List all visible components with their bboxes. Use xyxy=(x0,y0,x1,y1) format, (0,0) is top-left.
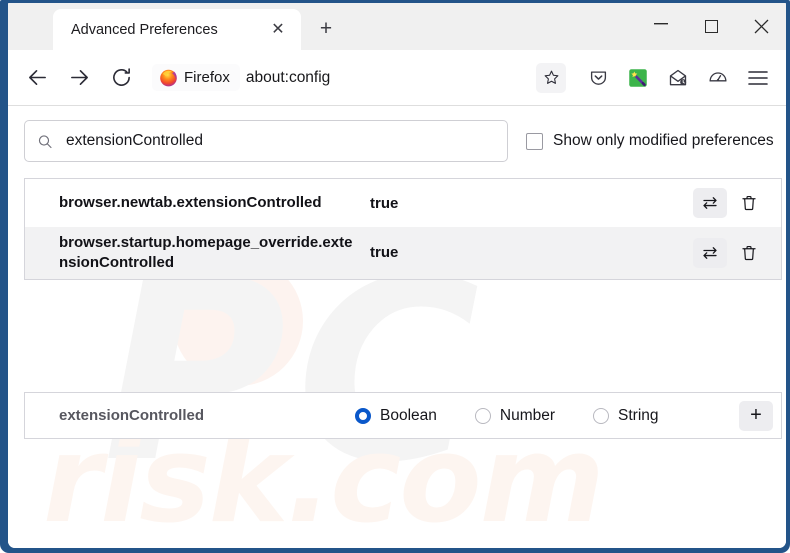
toolbar-icon-group xyxy=(578,60,778,96)
firefox-logo-icon xyxy=(160,69,177,87)
new-pref-type-group: Boolean Number String xyxy=(355,407,739,425)
toggle-arrows-icon xyxy=(703,197,717,209)
close-button[interactable] xyxy=(736,5,786,49)
pref-value: true xyxy=(370,244,399,262)
reset-pref-button[interactable] xyxy=(733,188,765,218)
window-controls xyxy=(636,3,786,50)
browser-window: Advanced Preferences ✕ + Firefox about:c… xyxy=(0,0,790,553)
table-row[interactable]: browser.startup.homepage_override.extens… xyxy=(25,227,781,279)
tab-title: Advanced Preferences xyxy=(71,21,218,38)
mail-button[interactable] xyxy=(658,60,698,96)
star-icon xyxy=(544,70,558,84)
radio-string-label: String xyxy=(618,406,659,424)
extension-button[interactable] xyxy=(618,60,658,96)
reload-button[interactable] xyxy=(102,60,140,96)
add-preference-button[interactable]: + xyxy=(739,400,773,431)
pref-value: true xyxy=(370,194,399,212)
brand-label: Firefox xyxy=(184,69,230,86)
new-pref-name: extensionControlled xyxy=(59,407,205,424)
menu-button[interactable] xyxy=(738,60,778,96)
tab-close-icon[interactable]: ✕ xyxy=(265,17,291,43)
toggle-pref-button[interactable] xyxy=(693,237,727,268)
radio-number-label: Number xyxy=(499,406,556,424)
about-config-page: PC risk.com Show only modified preferenc… xyxy=(8,106,786,548)
url-text: about:config xyxy=(245,68,331,86)
minimize-icon xyxy=(654,23,668,25)
search-box[interactable] xyxy=(24,120,508,162)
forward-button[interactable] xyxy=(60,60,98,96)
browser-window-inner: Advanced Preferences ✕ + Firefox about:c… xyxy=(8,3,786,548)
pref-name: browser.startup.homepage_override.extens… xyxy=(59,234,353,271)
tab-bar: Advanced Preferences ✕ + xyxy=(8,3,786,50)
hamburger-menu-icon xyxy=(748,70,768,85)
close-icon xyxy=(754,19,768,34)
sync-icon xyxy=(709,71,727,81)
toggle-arrows-icon xyxy=(703,247,717,259)
trash-icon xyxy=(742,195,756,211)
toggle-pref-button[interactable] xyxy=(693,188,727,218)
brand-chip: Firefox xyxy=(152,64,240,91)
pocket-icon xyxy=(590,71,606,85)
sync-button[interactable] xyxy=(698,60,738,96)
back-button[interactable] xyxy=(18,60,56,96)
pocket-button[interactable] xyxy=(578,60,618,96)
show-modified-checkbox[interactable] xyxy=(526,132,543,150)
forward-arrow-icon xyxy=(70,70,88,85)
show-modified-toggle[interactable]: Show only modified preferences xyxy=(526,132,774,150)
radio-boolean[interactable] xyxy=(355,407,371,424)
show-modified-label: Show only modified preferences xyxy=(553,132,774,149)
radio-number[interactable] xyxy=(474,407,491,424)
search-icon xyxy=(38,134,52,148)
radio-boolean-label: Boolean xyxy=(380,406,437,424)
add-preference-row: extensionControlled Boolean Number Strin… xyxy=(24,392,782,439)
navigation-toolbar: Firefox about:config xyxy=(8,50,786,106)
bookmark-button[interactable] xyxy=(536,62,566,93)
address-bar[interactable]: Firefox about:config xyxy=(152,59,570,96)
pref-actions xyxy=(693,188,773,218)
table-row[interactable]: browser.newtab.extensionControlled true xyxy=(25,179,781,227)
minimize-button[interactable] xyxy=(636,5,686,49)
reload-icon xyxy=(112,68,130,86)
type-option-number[interactable]: Number xyxy=(474,406,556,425)
maximize-button[interactable] xyxy=(686,5,736,49)
trash-icon xyxy=(742,245,756,261)
new-tab-button[interactable]: + xyxy=(312,15,340,43)
browser-tab-advanced-preferences[interactable]: Advanced Preferences ✕ xyxy=(53,9,301,50)
pref-name: browser.newtab.extensionControlled xyxy=(59,194,322,212)
pref-actions xyxy=(693,237,773,268)
maximize-icon xyxy=(704,20,718,33)
type-option-string[interactable]: String xyxy=(593,407,659,425)
type-option-boolean[interactable]: Boolean xyxy=(355,407,437,425)
search-row: Show only modified preferences xyxy=(8,116,786,166)
back-arrow-icon xyxy=(28,70,46,85)
reset-pref-button[interactable] xyxy=(733,238,765,268)
search-input[interactable] xyxy=(63,131,495,151)
extension-icon xyxy=(629,68,647,87)
mail-icon xyxy=(669,69,687,85)
radio-string[interactable] xyxy=(593,407,610,424)
preferences-table: browser.newtab.extensionControlled true xyxy=(24,178,782,280)
